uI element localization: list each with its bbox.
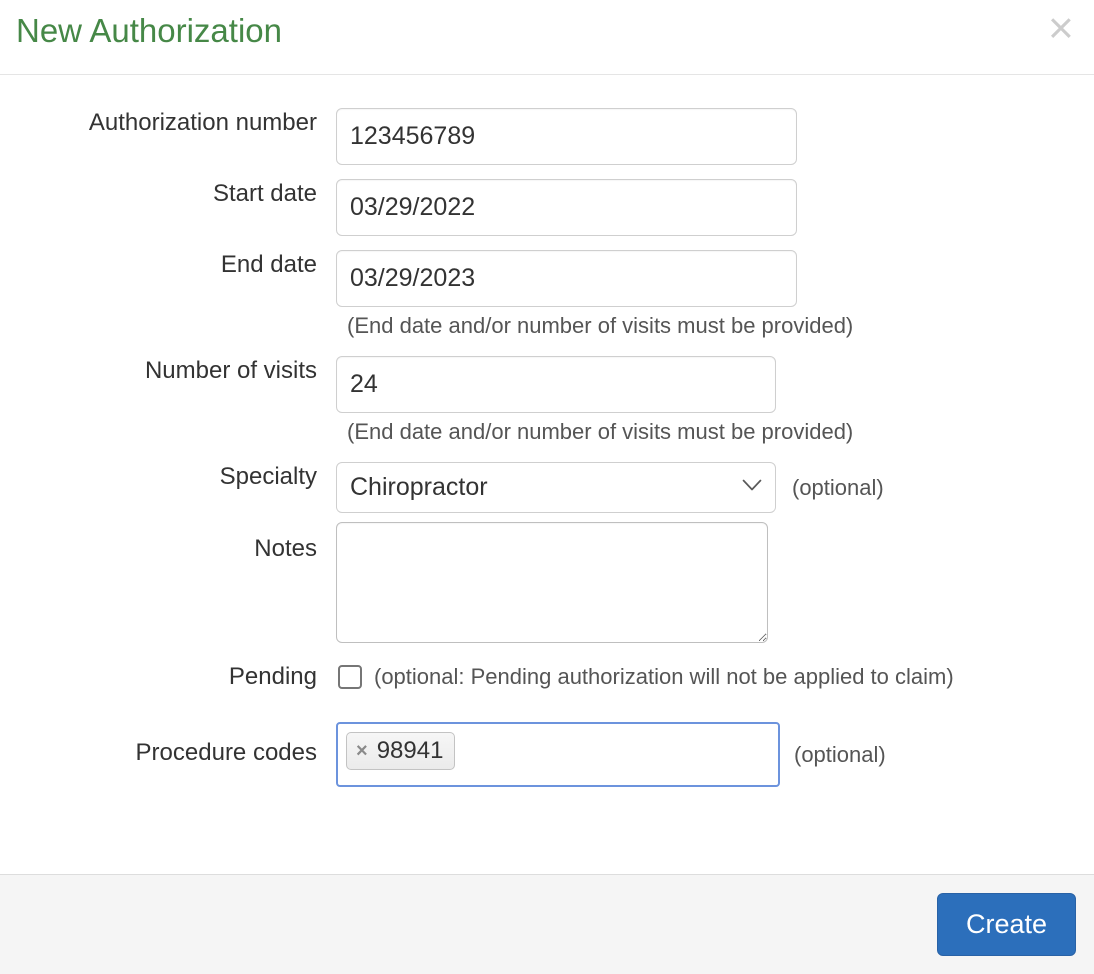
end-date-label: End date — [220, 251, 317, 278]
notes-label: Notes — [254, 535, 317, 562]
field-row-specialty: Specialty Chiropractor (optional) — [0, 462, 1094, 513]
number-of-visits-label: Number of visits — [144, 357, 317, 384]
start-date-input[interactable] — [336, 179, 797, 236]
field-row-number-of-visits: Number of visits (End date and/or number… — [0, 356, 1094, 457]
create-button[interactable]: Create — [936, 893, 1076, 956]
field-row-start-date: Start date — [0, 179, 1094, 236]
field-row-pending: Pending (optional: Pending authorization… — [0, 662, 1094, 692]
specialty-select[interactable]: Chiropractor — [336, 462, 776, 513]
end-date-help-text: (End date and/or number of visits must b… — [347, 313, 854, 338]
tag-remove-icon[interactable]: × — [356, 741, 368, 761]
tag-label: 98941 — [376, 737, 444, 764]
field-row-end-date: End date (End date and/or number of visi… — [0, 250, 1094, 351]
end-date-input[interactable] — [336, 250, 797, 307]
number-of-visits-help-text: (End date and/or number of visits must b… — [347, 419, 854, 444]
dialog-footer: Create — [0, 874, 1094, 974]
field-row-procedure-codes: Procedure codes × 98941 (optional) — [0, 722, 1094, 787]
field-row-authorization-number: Authorization number — [0, 108, 1094, 165]
procedure-code-tag[interactable]: × 98941 — [346, 732, 456, 770]
number-of-visits-input[interactable] — [336, 356, 776, 413]
authorization-number-label: Authorization number — [88, 109, 317, 136]
close-icon[interactable] — [1046, 13, 1076, 43]
procedure-codes-tag-input[interactable]: × 98941 — [336, 722, 780, 787]
pending-checkbox[interactable] — [338, 665, 362, 689]
dialog-header: New Authorization — [0, 0, 1094, 75]
dialog-title: New Authorization — [16, 12, 282, 49]
procedure-codes-label: Procedure codes — [135, 739, 317, 766]
new-authorization-dialog: New Authorization Authorization number S… — [0, 0, 1094, 974]
notes-textarea[interactable] — [336, 522, 768, 643]
pending-label: Pending — [228, 663, 317, 690]
field-row-notes: Notes — [0, 522, 1094, 643]
procedure-codes-optional-note: (optional) — [794, 742, 886, 767]
specialty-optional-note: (optional) — [792, 475, 884, 500]
specialty-label: Specialty — [219, 463, 317, 490]
start-date-label: Start date — [212, 180, 317, 207]
dialog-body: Authorization number Start date End date… — [0, 75, 1094, 874]
specialty-selected-value: Chiropractor — [336, 462, 776, 513]
pending-note: (optional: Pending authorization will no… — [374, 664, 954, 689]
authorization-number-input[interactable] — [336, 108, 797, 165]
